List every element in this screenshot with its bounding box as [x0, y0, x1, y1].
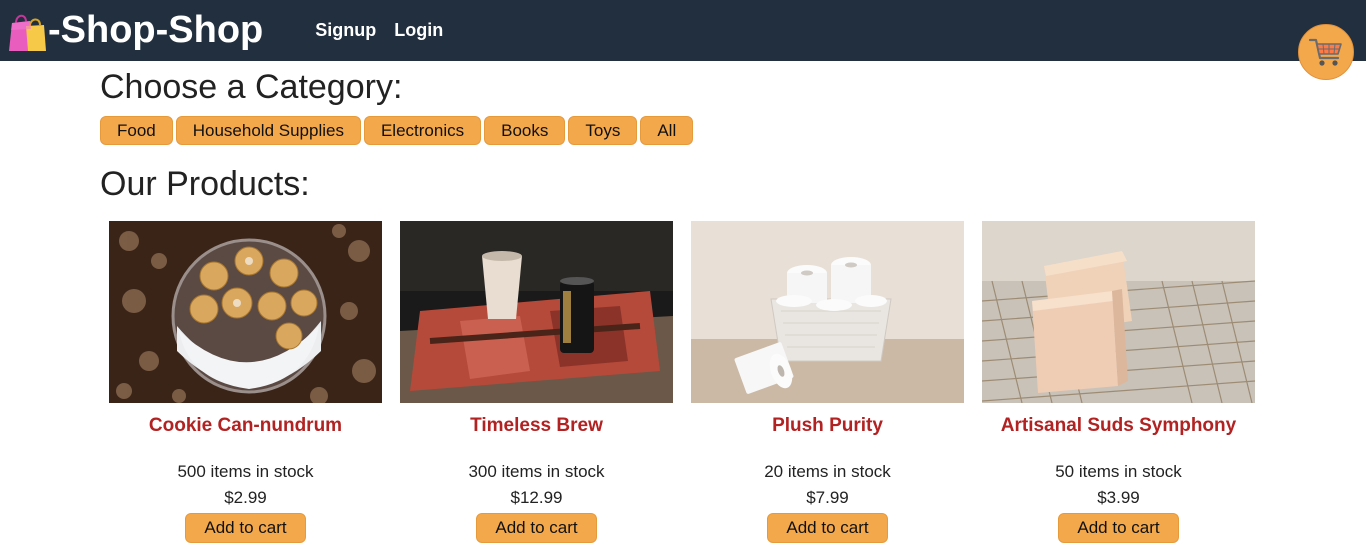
- brand-title: -Shop-Shop: [48, 9, 264, 51]
- product-card: Timeless Brew 300 items in stock $12.99 …: [400, 221, 673, 543]
- product-card: Artisanal Suds Symphony 50 items in stoc…: [982, 221, 1255, 543]
- category-list: Food Household Supplies Electronics Book…: [100, 116, 696, 145]
- category-books-button[interactable]: Books: [484, 116, 566, 145]
- main-nav: Signup Login: [315, 20, 461, 41]
- category-heading: Choose a Category:: [100, 68, 403, 106]
- product-price: $2.99: [224, 488, 267, 507]
- product-stock: 500 items in stock: [177, 462, 314, 481]
- cart-button[interactable]: [1298, 24, 1354, 80]
- product-image-toilet-paper[interactable]: [691, 221, 964, 403]
- add-to-cart-button[interactable]: Add to cart: [1058, 513, 1179, 543]
- category-food-button[interactable]: Food: [100, 116, 173, 145]
- signup-link[interactable]: Signup: [315, 20, 376, 41]
- product-name[interactable]: Artisanal Suds Symphony: [982, 415, 1255, 439]
- category-toys-button[interactable]: Toys: [568, 116, 638, 145]
- products-heading: Our Products:: [100, 165, 310, 203]
- product-card: Cookie Can-nundrum 500 items in stock $2…: [109, 221, 382, 543]
- product-stock: 300 items in stock: [468, 462, 605, 481]
- product-name[interactable]: Cookie Can-nundrum: [109, 415, 382, 439]
- product-image-soap[interactable]: [982, 221, 1255, 403]
- login-link[interactable]: Login: [394, 20, 443, 41]
- add-to-cart-button[interactable]: Add to cart: [476, 513, 597, 543]
- add-to-cart-button[interactable]: Add to cart: [767, 513, 888, 543]
- product-list: Cookie Can-nundrum 500 items in stock $2…: [109, 221, 1273, 543]
- product-stock: 50 items in stock: [1055, 462, 1182, 481]
- shopping-bags-icon: [9, 14, 46, 51]
- product-price: $12.99: [510, 488, 563, 507]
- product-card: Plush Purity 20 items in stock $7.99 Add…: [691, 221, 964, 543]
- product-image-cookies[interactable]: [109, 221, 382, 403]
- product-price: $7.99: [806, 488, 849, 507]
- product-name[interactable]: Timeless Brew: [400, 415, 673, 439]
- category-household-supplies-button[interactable]: Household Supplies: [175, 116, 361, 145]
- product-name[interactable]: Plush Purity: [691, 415, 964, 439]
- brand[interactable]: -Shop-Shop: [6, 0, 263, 61]
- product-image-coffee[interactable]: [400, 221, 673, 403]
- category-all-button[interactable]: All: [640, 116, 694, 145]
- product-stock: 20 items in stock: [764, 462, 891, 481]
- top-header: -Shop-Shop Signup Login: [0, 0, 1366, 61]
- add-to-cart-button[interactable]: Add to cart: [185, 513, 306, 543]
- category-electronics-button[interactable]: Electronics: [363, 116, 482, 145]
- product-price: $3.99: [1097, 488, 1140, 507]
- shopping-cart-icon: [1308, 38, 1342, 66]
